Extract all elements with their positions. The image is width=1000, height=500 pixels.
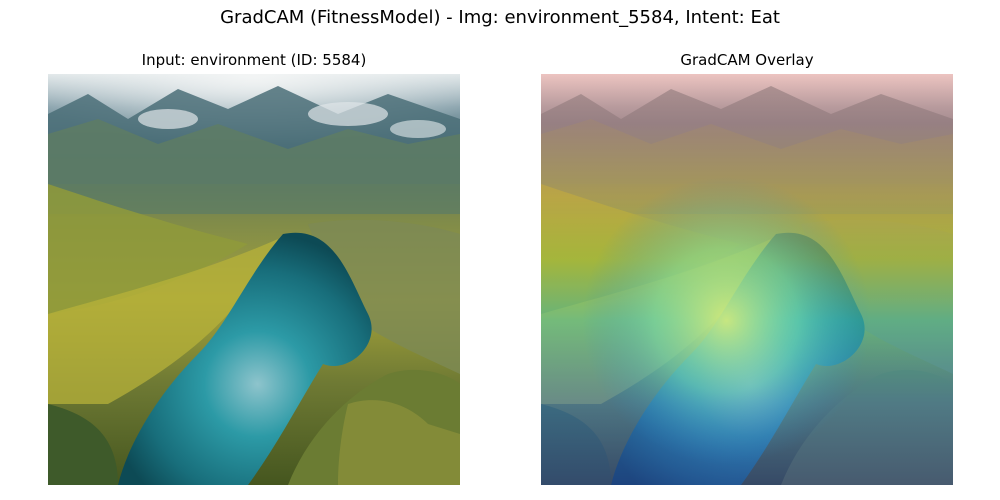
figure-title: GradCAM (FitnessModel) - Img: environmen… <box>220 7 780 28</box>
input-image <box>48 74 460 485</box>
input-panel-title: Input: environment (ID: 5584) <box>141 51 367 69</box>
gradcam-overlay-image <box>541 74 953 485</box>
overlay-panel-title: GradCAM Overlay <box>680 51 814 69</box>
